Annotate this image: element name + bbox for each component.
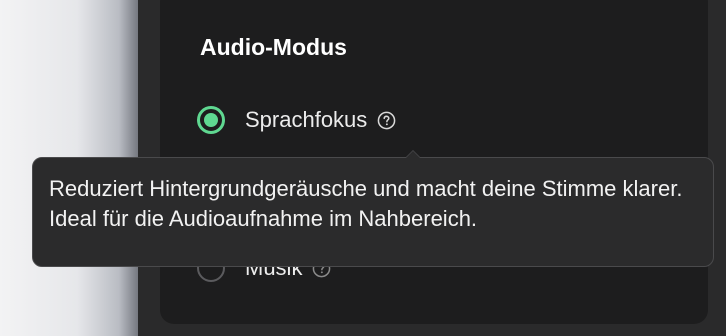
panel-title: Audio-Modus bbox=[200, 34, 347, 60]
tooltip: Reduziert Hintergrundgeräusche und macht… bbox=[32, 157, 714, 267]
option-label-speech-focus: Sprachfokus bbox=[245, 107, 368, 132]
radio-speech-focus[interactable] bbox=[197, 106, 225, 134]
option-speech-focus[interactable]: Sprachfokus bbox=[197, 106, 396, 134]
question-circle-icon[interactable] bbox=[377, 111, 396, 130]
tooltip-arrow-fill bbox=[406, 151, 420, 158]
